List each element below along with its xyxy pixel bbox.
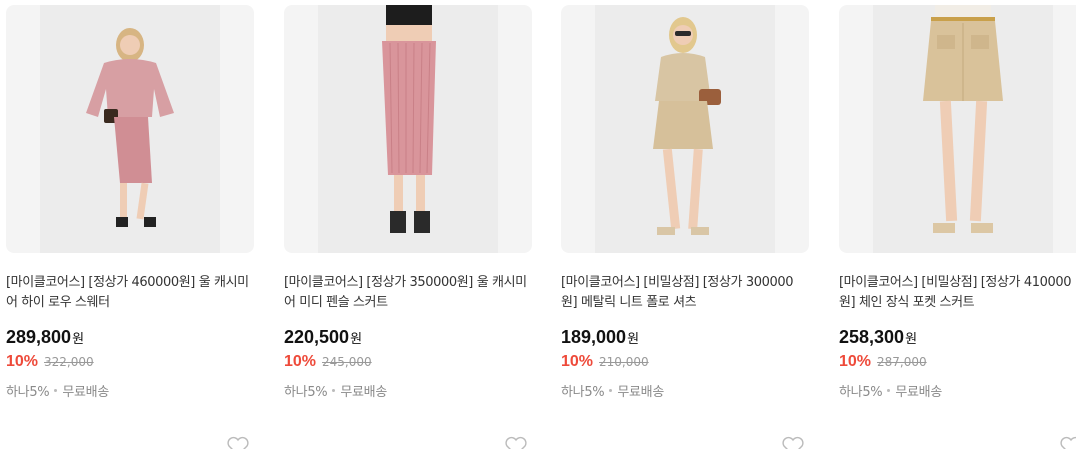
shipping-badge: 무료배송 [895, 385, 942, 400]
heart-outline-icon[interactable] [781, 436, 805, 449]
original-price: 322,000 [44, 355, 94, 369]
card-benefit: 하나5% [6, 385, 50, 400]
heart-outline-icon[interactable] [226, 436, 250, 449]
separator-dot [887, 389, 891, 392]
benefit-row: 하나5% 무료배송 [6, 381, 109, 400]
product-card[interactable]: [마이클코어스] [비밀상점] [정상가 410000원] 체인 장식 포켓 스… [839, 0, 1076, 449]
price-row: 289,800 원 [6, 327, 84, 349]
product-image[interactable] [284, 5, 532, 253]
product-photo [873, 5, 1053, 253]
discount-row: 10% 287,000 [839, 353, 927, 373]
sale-price: 189,000 [561, 327, 627, 347]
benefit-row: 하나5% 무료배송 [561, 381, 664, 400]
product-title[interactable]: [마이클코어스] [비밀상점] [정상가 300000원] 메탈릭 니트 폴로 … [561, 273, 809, 313]
price-row: 258,300 원 [839, 327, 917, 349]
currency-unit: 원 [905, 332, 918, 347]
benefit-row: 하나5% 무료배송 [284, 381, 387, 400]
discount-rate: 10% [6, 353, 39, 370]
separator-dot [54, 389, 58, 392]
benefit-row: 하나5% 무료배송 [839, 381, 942, 400]
separator-dot [609, 389, 613, 392]
original-price: 210,000 [599, 355, 649, 369]
shipping-badge: 무료배송 [340, 385, 387, 400]
original-price: 245,000 [322, 355, 372, 369]
price-row: 220,500 원 [284, 327, 362, 349]
card-benefit: 하나5% [839, 385, 883, 400]
product-title[interactable]: [마이클코어스] [정상가 460000원] 울 캐시미어 하이 로우 스웨터 [6, 273, 254, 313]
product-image[interactable] [6, 5, 254, 253]
product-image[interactable] [839, 5, 1076, 253]
product-grid: [마이클코어스] [정상가 460000원] 울 캐시미어 하이 로우 스웨터 … [0, 0, 1076, 449]
currency-unit: 원 [627, 332, 640, 347]
heart-outline-icon[interactable] [504, 436, 528, 449]
price-row: 189,000 원 [561, 327, 639, 349]
currency-unit: 원 [350, 332, 363, 347]
original-price: 287,000 [877, 355, 927, 369]
shipping-badge: 무료배송 [617, 385, 664, 400]
heart-outline-icon[interactable] [1059, 436, 1076, 449]
product-card[interactable]: [마이클코어스] [정상가 460000원] 울 캐시미어 하이 로우 스웨터 … [6, 0, 256, 449]
card-benefit: 하나5% [284, 385, 328, 400]
sale-price: 289,800 [6, 327, 72, 347]
product-card[interactable]: [마이클코어스] [비밀상점] [정상가 300000원] 메탈릭 니트 폴로 … [561, 0, 811, 449]
shipping-badge: 무료배송 [62, 385, 109, 400]
product-title[interactable]: [마이클코어스] [정상가 350000원] 울 캐시미어 미디 펜슬 스커트 [284, 273, 532, 313]
discount-row: 10% 322,000 [6, 353, 94, 373]
product-title[interactable]: [마이클코어스] [비밀상점] [정상가 410000원] 체인 장식 포켓 스… [839, 273, 1076, 313]
separator-dot [332, 389, 336, 392]
product-photo [595, 5, 775, 253]
discount-rate: 10% [561, 353, 594, 370]
card-benefit: 하나5% [561, 385, 605, 400]
discount-rate: 10% [839, 353, 872, 370]
sale-price: 220,500 [284, 327, 350, 347]
sale-price: 258,300 [839, 327, 905, 347]
product-image[interactable] [561, 5, 809, 253]
discount-rate: 10% [284, 353, 317, 370]
currency-unit: 원 [72, 332, 85, 347]
discount-row: 10% 210,000 [561, 353, 649, 373]
product-photo [318, 5, 498, 253]
discount-row: 10% 245,000 [284, 353, 372, 373]
product-card[interactable]: [마이클코어스] [정상가 350000원] 울 캐시미어 미디 펜슬 스커트 … [284, 0, 534, 449]
product-photo [40, 5, 220, 253]
